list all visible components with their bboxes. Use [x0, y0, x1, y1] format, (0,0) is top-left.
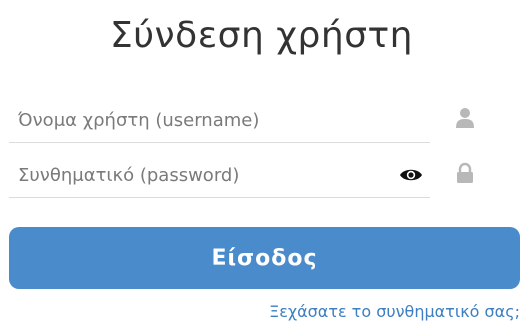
- login-page: Σύνδεση χρήστη Είσοδος Ξεχάσατε το συνθη…: [0, 0, 523, 331]
- lock-icon: [457, 162, 473, 183]
- username-field-container: [9, 98, 430, 143]
- login-button[interactable]: Είσοδος: [9, 227, 520, 289]
- user-icon: [456, 108, 474, 128]
- username-input[interactable]: [9, 98, 378, 142]
- password-input[interactable]: [9, 153, 378, 197]
- password-field-container: [9, 153, 430, 198]
- forgot-password-link[interactable]: Ξεχάσατε το συνθηματικό σας;: [269, 302, 520, 321]
- page-title: Σύνδεση χρήστη: [109, 15, 413, 56]
- eye-icon[interactable]: [399, 164, 423, 186]
